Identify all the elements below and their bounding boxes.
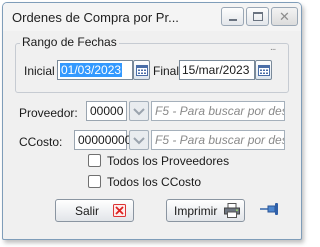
close-button[interactable]: ✕	[271, 7, 298, 26]
lookup-chevron-icon	[133, 108, 145, 116]
exit-button-label: Salir	[75, 204, 100, 218]
supplier-code-field[interactable]: 00000	[86, 101, 127, 121]
maximize-icon	[253, 12, 263, 21]
more-options-icon[interactable]: ...	[270, 42, 276, 53]
print-button[interactable]: Imprimir	[166, 199, 245, 222]
cost-center-code-value: 00000000	[78, 133, 132, 147]
title-bar[interactable]: Ordenes de Compra por Pr... ✕	[3, 3, 301, 31]
pin-icon[interactable]	[259, 201, 281, 217]
start-date-field[interactable]: 01/03/2023	[57, 60, 133, 80]
print-button-label: Imprimir	[174, 204, 218, 218]
date-range-legend: Rango de Fechas	[20, 35, 119, 49]
supplier-lookup-button[interactable]	[129, 101, 149, 121]
all-suppliers-label[interactable]: Todos los Proveedores	[107, 154, 229, 168]
close-icon: ✕	[279, 9, 290, 24]
maximize-button[interactable]	[246, 7, 269, 26]
cost-center-search-hint: F5 - Para buscar por des	[155, 133, 285, 147]
report-dialog: Ordenes de Compra por Pr... ✕ Rango de F…	[2, 2, 302, 240]
cost-center-label: CCosto:	[19, 135, 63, 149]
supplier-search-hint: F5 - Para buscar por descr	[155, 104, 285, 118]
cost-center-search-field[interactable]: F5 - Para buscar por des	[151, 130, 285, 150]
start-date-label: Inicial	[24, 64, 55, 78]
all-suppliers-checkbox[interactable]	[88, 154, 101, 167]
supplier-label: Proveedor:	[19, 106, 78, 120]
calendar-icon	[258, 65, 270, 76]
all-cost-centers-label[interactable]: Todos los CCosto	[107, 175, 201, 189]
printer-icon	[224, 203, 240, 218]
start-date-value: 01/03/2023	[60, 63, 123, 77]
end-date-calendar-button[interactable]	[255, 60, 272, 80]
start-date-calendar-button[interactable]	[133, 60, 150, 80]
minimize-button[interactable]	[221, 7, 244, 26]
exit-button[interactable]: Salir	[55, 199, 134, 222]
end-date-label: Final	[153, 64, 180, 78]
red-x-icon	[113, 204, 126, 217]
end-date-field[interactable]: 15/mar/2023	[179, 60, 255, 80]
end-date-value: 15/mar/2023	[182, 63, 250, 77]
calendar-icon	[136, 65, 148, 76]
lookup-chevron-icon	[133, 137, 145, 145]
cost-center-code-field[interactable]: 00000000	[74, 130, 131, 150]
supplier-code-value: 00000	[90, 104, 124, 118]
cost-center-lookup-button[interactable]	[129, 130, 149, 150]
all-cost-centers-checkbox[interactable]	[88, 175, 101, 188]
window-title: Ordenes de Compra por Pr...	[12, 10, 179, 25]
supplier-search-field[interactable]: F5 - Para buscar por descr	[151, 101, 285, 121]
minimize-icon	[229, 19, 237, 21]
